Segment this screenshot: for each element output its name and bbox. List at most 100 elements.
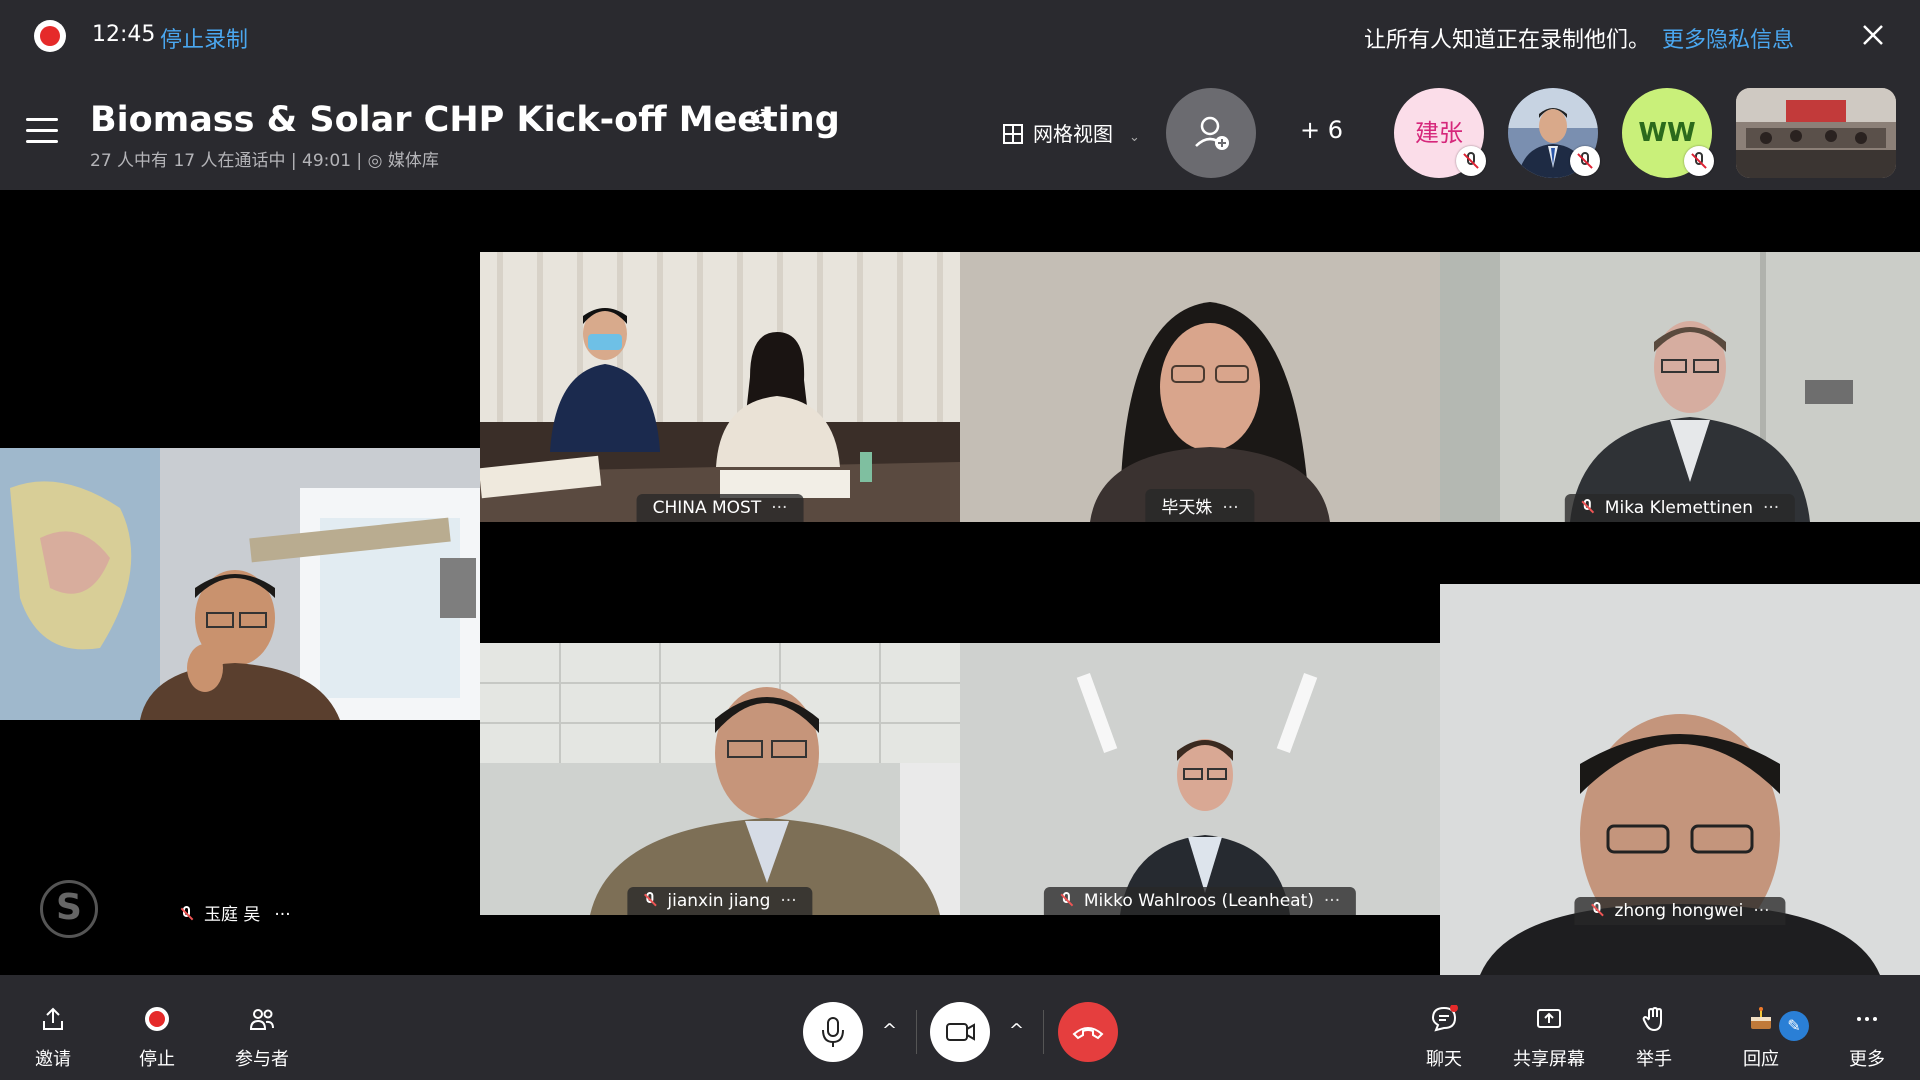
participant-name: jianxin jiang <box>667 891 771 911</box>
add-participant-button[interactable] <box>1166 88 1256 178</box>
share-screen-label: 共享屏幕 <box>1513 1049 1585 1070</box>
participant-name: CHINA MOST <box>652 498 762 518</box>
divider <box>1043 1010 1044 1054</box>
video-feed <box>0 448 480 720</box>
stop-recording-button[interactable]: 停止 <box>107 975 207 1080</box>
more-participants-count[interactable]: + 6 <box>1300 116 1343 144</box>
chevron-up-icon[interactable]: ^ <box>1009 1020 1024 1041</box>
mic-off-icon <box>1590 902 1604 918</box>
mic-off-icon <box>1060 892 1074 908</box>
more-options-icon[interactable]: ··· <box>771 498 787 518</box>
react-button[interactable]: 回应 ✎ <box>1711 975 1811 1080</box>
participant-name-tag: Mikko Wahlroos (Leanheat) ··· <box>1043 887 1357 915</box>
menu-icon[interactable] <box>26 118 58 144</box>
video-tile[interactable]: 毕天姝 ··· <box>960 252 1440 522</box>
avatar[interactable]: 建张 <box>1394 88 1486 178</box>
recording-banner: 12:45 停止录制 让所有人知道正在录制他们。 更多隐私信息 <box>0 0 1920 72</box>
recording-time: 12:45 <box>92 22 156 47</box>
meeting-title: Biomass & Solar CHP Kick-off Meeting <box>90 100 840 140</box>
share-screen-button[interactable]: 共享屏幕 <box>1499 975 1599 1080</box>
participant-name-tag: Mika Klemettinen ··· <box>1564 494 1796 522</box>
video-tile[interactable]: zhong hongwei ··· <box>1440 584 1920 975</box>
video-tile[interactable] <box>0 448 480 720</box>
media-gallery-link[interactable]: 媒体库 <box>388 151 439 171</box>
react-label: 回应 <box>1743 1049 1779 1070</box>
mic-off-icon <box>1581 499 1595 515</box>
video-tile[interactable]: Mika Klemettinen ··· <box>1440 252 1920 522</box>
top-bar: 12:45 停止录制 让所有人知道正在录制他们。 更多隐私信息 Biomass &… <box>0 0 1920 190</box>
participants-label: 参与者 <box>235 1049 289 1070</box>
call-duration: 49:01 <box>302 151 352 171</box>
meeting-subtitle: 27 人中有 17 人在通话中 | 49:01 | ◎ 媒体库 <box>90 151 439 171</box>
recording-notice-text: 让所有人知道正在录制他们。 <box>1363 28 1650 53</box>
microphone-button[interactable] <box>803 1002 863 1062</box>
edit-icon[interactable]: ✎ <box>1779 1011 1809 1041</box>
chat-label: 聊天 <box>1426 1049 1462 1070</box>
more-options-icon[interactable]: ··· <box>780 891 796 911</box>
avatar-initials: WW <box>1638 118 1696 148</box>
more-label: 更多 <box>1849 1049 1885 1070</box>
avatar[interactable]: WW <box>1622 88 1714 178</box>
grid-view-label: 网格视图 <box>1033 122 1113 146</box>
mic-off-icon <box>180 906 194 922</box>
hand-icon <box>1642 1006 1662 1032</box>
video-tile[interactable]: jianxin jiang ··· <box>480 643 960 915</box>
more-options-icon[interactable]: ··· <box>1222 498 1238 518</box>
mic-off-icon <box>1684 146 1714 176</box>
raise-hand-button[interactable]: 举手 <box>1604 975 1704 1080</box>
invite-button[interactable]: 邀请 <box>3 975 103 1080</box>
people-icon <box>249 1009 274 1030</box>
skype-logo-icon: S <box>40 880 98 938</box>
stop-label: 停止 <box>139 1049 175 1070</box>
more-options-icon[interactable]: ··· <box>1763 498 1779 518</box>
hang-up-icon <box>1072 1027 1104 1040</box>
participants-count: 27 人中有 17 人在通话中 <box>90 151 286 171</box>
participant-name: 毕天姝 <box>1161 498 1213 518</box>
privacy-info-link[interactable]: 更多隐私信息 <box>1662 28 1794 53</box>
room-video-image <box>1736 88 1896 178</box>
more-options-icon[interactable]: ··· <box>274 905 290 925</box>
add-person-icon <box>1195 116 1229 150</box>
chat-icon <box>1431 1005 1458 1032</box>
avatar-initials: 建张 <box>1415 119 1463 147</box>
more-options-icon[interactable]: ··· <box>1753 901 1769 921</box>
participants-button[interactable]: 参与者 <box>212 975 312 1080</box>
video-tile[interactable]: CHINA MOST ··· <box>480 252 960 522</box>
share-screen-icon <box>1537 1009 1561 1028</box>
camera-button[interactable] <box>930 1002 990 1062</box>
more-dots-icon <box>1857 1017 1877 1021</box>
participant-name: Mika Klemettinen <box>1604 498 1753 518</box>
participant-name-tag: zhong hongwei ··· <box>1574 897 1786 925</box>
room-video-thumbnail[interactable] <box>1736 88 1896 178</box>
video-feed <box>960 252 1440 522</box>
avatar[interactable] <box>1508 88 1600 178</box>
raise-hand-label: 举手 <box>1636 1049 1672 1070</box>
divider <box>916 1010 917 1054</box>
gear-icon[interactable] <box>748 106 774 132</box>
chevron-up-icon[interactable]: ^ <box>882 1020 897 1041</box>
camera-icon <box>946 1023 975 1041</box>
mic-off-icon <box>1570 146 1600 176</box>
bottom-toolbar: 邀请 停止 参与者 ^ ^ 聊天 共享屏幕 举手 回应 ✎ 更多 <box>0 975 1920 1080</box>
more-button[interactable]: 更多 <box>1817 975 1917 1080</box>
mic-off-icon <box>1456 146 1486 176</box>
more-options-icon[interactable]: ··· <box>1324 891 1340 911</box>
microphone-icon <box>822 1017 844 1047</box>
mic-off-icon <box>643 892 657 908</box>
participant-name: zhong hongwei <box>1614 901 1744 921</box>
chat-button[interactable]: 聊天 <box>1394 975 1494 1080</box>
stop-recording-link[interactable]: 停止录制 <box>160 22 248 54</box>
end-call-button[interactable] <box>1058 1002 1118 1062</box>
close-icon[interactable] <box>1856 18 1890 52</box>
video-tile[interactable]: Mikko Wahlroos (Leanheat) ··· <box>960 643 1440 915</box>
grid-icon <box>1003 124 1023 144</box>
participant-name: Mikko Wahlroos (Leanheat) <box>1083 891 1314 911</box>
video-feed <box>480 643 960 915</box>
grid-view-dropdown[interactable]: 网格视图 ⌄ <box>1003 118 1140 147</box>
media-icon: ◎ <box>367 151 383 171</box>
participant-name: 玉庭 吴 <box>204 905 261 925</box>
video-feed <box>1440 252 1920 522</box>
share-up-icon <box>43 1007 63 1030</box>
recording-notice: 让所有人知道正在录制他们。 更多隐私信息 <box>1364 22 1794 54</box>
chevron-down-icon: ⌄ <box>1129 130 1140 145</box>
